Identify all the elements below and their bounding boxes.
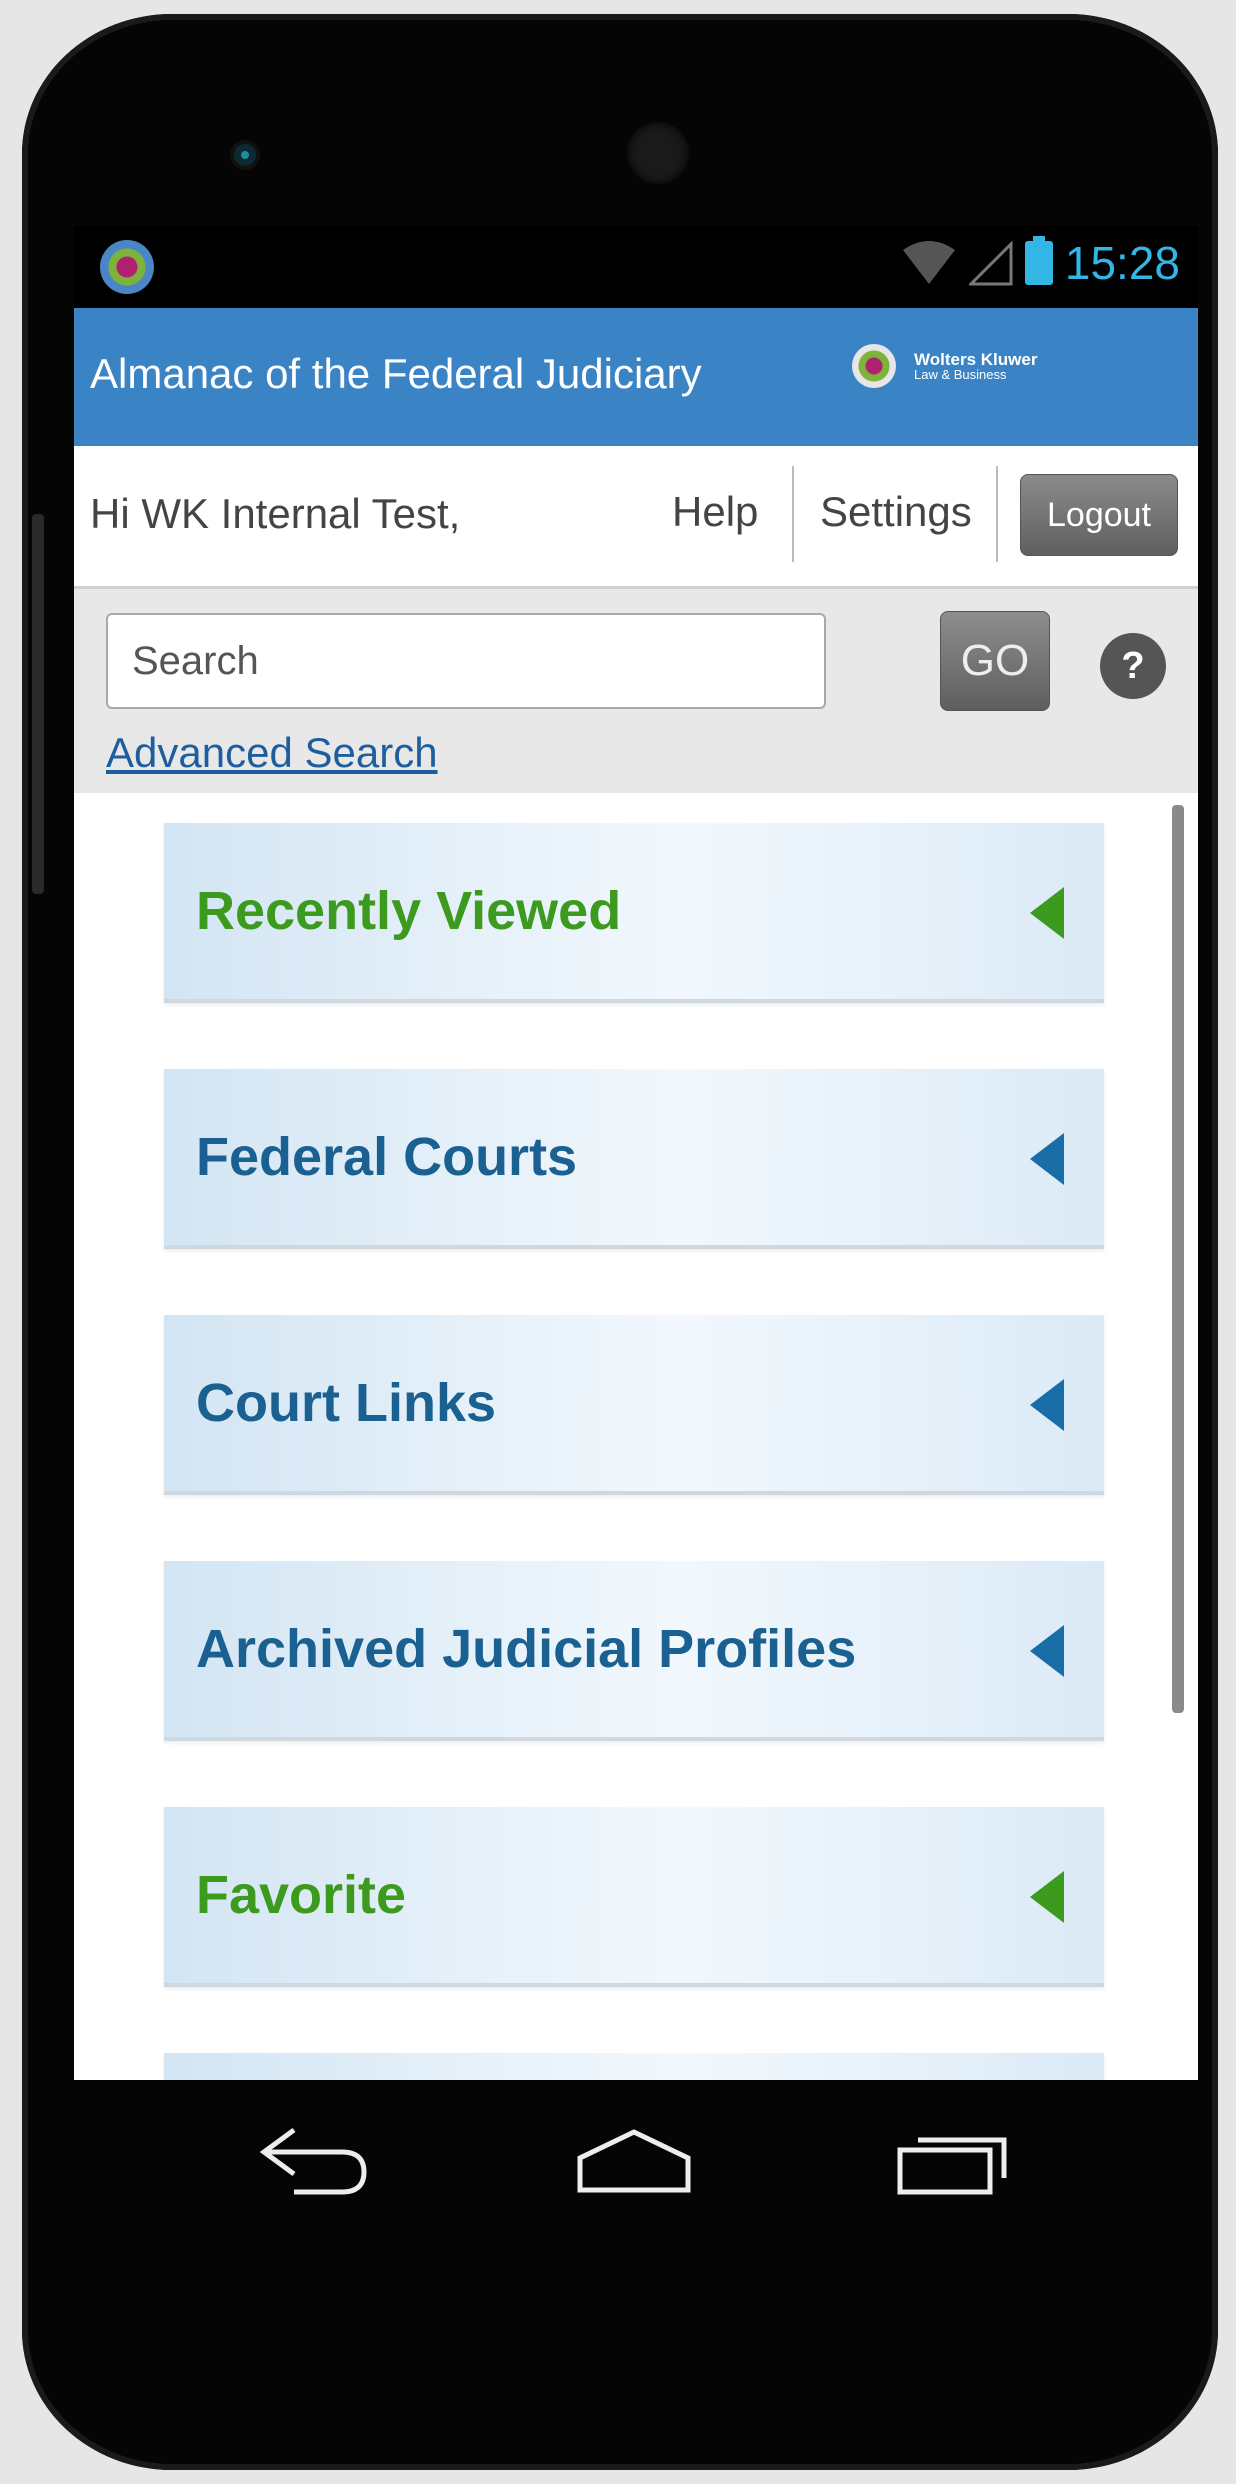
divider	[792, 466, 794, 562]
menu-item-court-links[interactable]: Court Links	[164, 1315, 1104, 1495]
menu-item-next[interactable]	[164, 2053, 1104, 2080]
scrollbar[interactable]	[1172, 805, 1184, 1713]
signal-icon	[968, 240, 1013, 286]
search-input[interactable]	[106, 613, 826, 709]
menu-item-label: Federal Courts	[196, 1127, 578, 1187]
back-icon[interactable]	[254, 2120, 374, 2200]
logout-button[interactable]: Logout	[1020, 474, 1178, 556]
front-camera	[627, 122, 689, 184]
app-bar: Almanac of the Federal Judiciary Wolters…	[74, 308, 1198, 446]
battery-icon	[1024, 236, 1053, 285]
menu-item-archived-judicial-profiles[interactable]: Archived Judicial Profiles	[164, 1561, 1104, 1741]
settings-link[interactable]: Settings	[820, 488, 972, 536]
divider	[996, 466, 998, 562]
menu-item-favorite[interactable]: Favorite	[164, 1807, 1104, 1987]
help-link[interactable]: Help	[672, 488, 758, 536]
status-bar: 15:28	[74, 226, 1198, 308]
brand-name: Wolters Kluwer	[914, 350, 1038, 369]
status-indicators: 15:28	[901, 236, 1180, 290]
brand-division: Law & Business	[914, 367, 1007, 382]
menu-item-label: Recently Viewed	[196, 881, 622, 941]
app-title: Almanac of the Federal Judiciary	[90, 350, 702, 397]
navigation-bar	[74, 2080, 1198, 2300]
help-circle-icon[interactable]: ?	[1100, 633, 1166, 699]
menu-item-label: Archived Judicial Profiles	[196, 1619, 857, 1679]
home-icon[interactable]	[574, 2120, 694, 2200]
brand-logo: Wolters Kluwer Law & Business	[852, 344, 1037, 388]
menu-item-label: Favorite	[196, 1865, 407, 1925]
collapse-arrow-icon	[1030, 1379, 1064, 1431]
collapse-arrow-icon	[1030, 1625, 1064, 1677]
screen: 15:28 Almanac of the Federal Judiciary W…	[74, 226, 1198, 2080]
user-bar: Hi WK Internal Test, Help Settings Logou…	[74, 446, 1198, 589]
collapse-arrow-icon	[1030, 1871, 1064, 1923]
wifi-icon	[902, 241, 955, 284]
menu-item-federal-courts[interactable]: Federal Courts	[164, 1069, 1104, 1249]
go-button[interactable]: GO	[940, 611, 1050, 711]
recent-apps-icon[interactable]	[894, 2120, 1014, 2200]
menu-list: Recently Viewed Federal Courts Court Lin…	[74, 793, 1198, 2080]
brand-text: Wolters Kluwer Law & Business	[914, 351, 1037, 381]
collapse-arrow-icon	[1030, 1133, 1064, 1185]
menu-item-label: Court Links	[196, 1373, 497, 1433]
menu-item-recently-viewed[interactable]: Recently Viewed	[164, 823, 1104, 1003]
advanced-search-link[interactable]: Advanced Search	[106, 729, 438, 777]
brand-flower-icon	[852, 344, 896, 388]
status-time: 15:28	[1064, 237, 1180, 289]
proximity-sensor	[234, 144, 256, 166]
search-zone: GO ? Advanced Search	[74, 589, 1198, 793]
side-button	[32, 514, 44, 894]
user-greeting: Hi WK Internal Test,	[90, 490, 461, 537]
app-flower-icon	[100, 240, 154, 294]
collapse-arrow-icon	[1030, 887, 1064, 939]
